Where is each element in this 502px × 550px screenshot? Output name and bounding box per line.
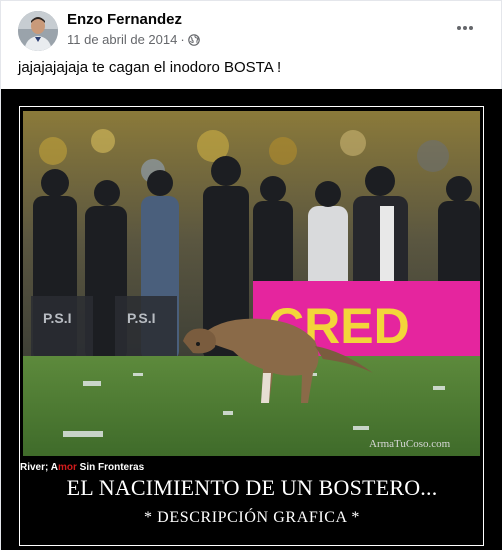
meme-headline: EL NACIMIENTO DE UN BOSTERO... xyxy=(66,475,438,500)
credit-red: mor xyxy=(57,462,77,473)
watermark: ArmaTuCoso.com xyxy=(369,438,451,450)
globe-icon xyxy=(187,33,200,46)
avatar-image xyxy=(18,11,58,51)
credit-prefix: River; A xyxy=(20,462,58,473)
meme-credit: River; Amor Sin Fronteras xyxy=(20,462,144,473)
svg-text:P.S.I: P.S.I xyxy=(43,310,72,326)
meme-subline: * DESCRIPCIÓN GRAFICA * xyxy=(143,509,361,526)
credit-suffix: Sin Fronteras xyxy=(76,462,145,473)
post-timestamp[interactable]: 11 de abril de 2014 xyxy=(67,32,177,47)
author-avatar[interactable] xyxy=(18,11,58,51)
post-media[interactable]: P.S.I P.S.I CRED ArmaTuCoso.com River; A… xyxy=(1,89,502,550)
more-horizontal-icon xyxy=(457,26,473,30)
post-caption: jajajajajaja te cagan el inodoro BOSTA ! xyxy=(18,59,282,76)
facebook-post: Enzo Fernandez 11 de abril de 2014 · jaj… xyxy=(0,0,502,550)
post-meta: 11 de abril de 2014 · xyxy=(67,32,200,47)
svg-text:P.S.I: P.S.I xyxy=(127,310,156,326)
more-options-button[interactable] xyxy=(451,16,479,40)
post-header: Enzo Fernandez 11 de abril de 2014 · xyxy=(1,1,502,57)
stadium-photo: P.S.I P.S.I CRED xyxy=(23,111,480,456)
meta-separator: · xyxy=(180,32,185,47)
author-name[interactable]: Enzo Fernandez xyxy=(67,11,182,28)
